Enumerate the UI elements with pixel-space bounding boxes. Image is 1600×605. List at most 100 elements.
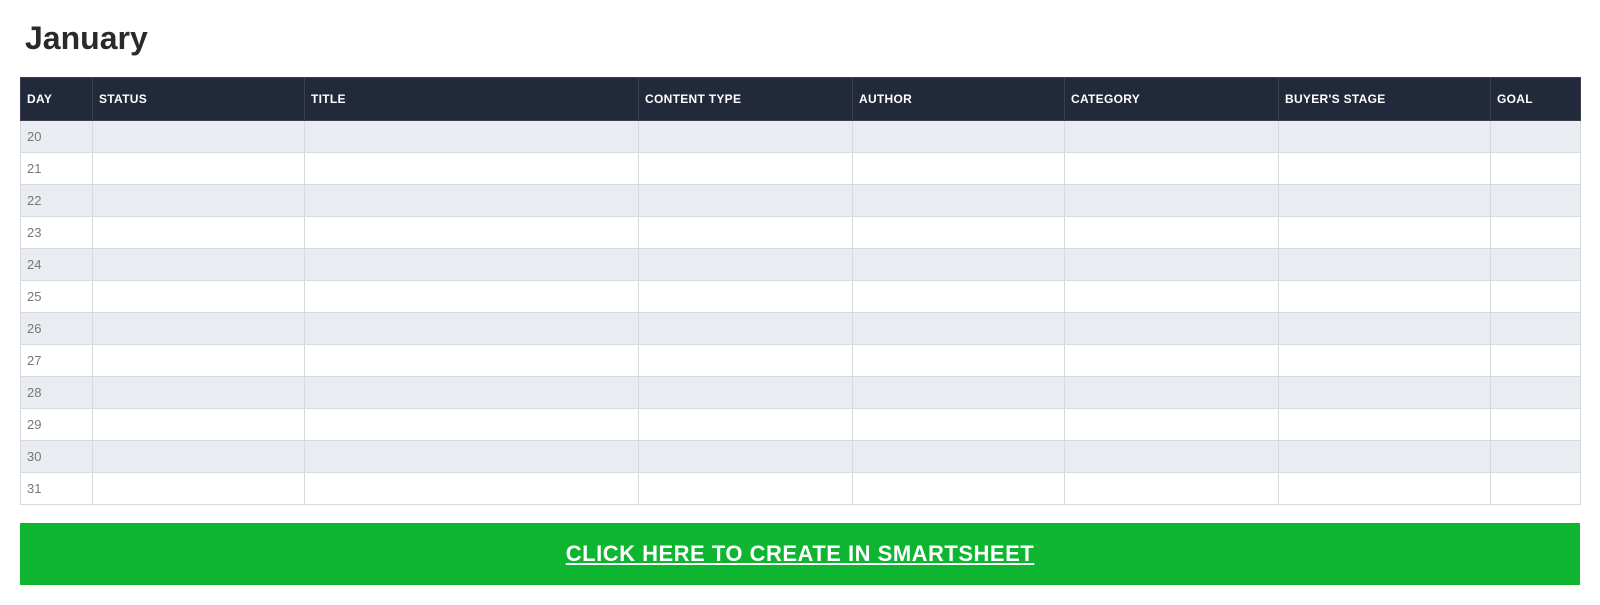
cell-status[interactable] (93, 377, 305, 409)
table-row[interactable]: 22 (21, 185, 1581, 217)
cell-goal[interactable] (1491, 313, 1581, 345)
cell-title[interactable] (305, 217, 639, 249)
cell-day[interactable]: 21 (21, 153, 93, 185)
cell-buyers_stage[interactable] (1279, 185, 1491, 217)
cell-author[interactable] (853, 185, 1065, 217)
cell-goal[interactable] (1491, 473, 1581, 505)
cell-buyers_stage[interactable] (1279, 153, 1491, 185)
cell-day[interactable]: 24 (21, 249, 93, 281)
cell-goal[interactable] (1491, 121, 1581, 153)
cell-status[interactable] (93, 313, 305, 345)
cell-content_type[interactable] (639, 153, 853, 185)
cell-content_type[interactable] (639, 313, 853, 345)
cell-author[interactable] (853, 249, 1065, 281)
table-row[interactable]: 31 (21, 473, 1581, 505)
cell-category[interactable] (1065, 153, 1279, 185)
cell-status[interactable] (93, 441, 305, 473)
table-row[interactable]: 21 (21, 153, 1581, 185)
table-row[interactable]: 27 (21, 345, 1581, 377)
cell-category[interactable] (1065, 345, 1279, 377)
cell-buyers_stage[interactable] (1279, 377, 1491, 409)
cell-goal[interactable] (1491, 345, 1581, 377)
cell-category[interactable] (1065, 409, 1279, 441)
cell-title[interactable] (305, 249, 639, 281)
cell-content_type[interactable] (639, 281, 853, 313)
cell-title[interactable] (305, 313, 639, 345)
cell-status[interactable] (93, 249, 305, 281)
cell-category[interactable] (1065, 281, 1279, 313)
cell-title[interactable] (305, 377, 639, 409)
cell-content_type[interactable] (639, 249, 853, 281)
cell-status[interactable] (93, 345, 305, 377)
cell-content_type[interactable] (639, 441, 853, 473)
create-in-smartsheet-button[interactable]: CLICK HERE TO CREATE IN SMARTSHEET (20, 523, 1580, 585)
cell-category[interactable] (1065, 473, 1279, 505)
cell-content_type[interactable] (639, 185, 853, 217)
cell-title[interactable] (305, 345, 639, 377)
cell-author[interactable] (853, 473, 1065, 505)
cell-author[interactable] (853, 217, 1065, 249)
cell-goal[interactable] (1491, 249, 1581, 281)
table-row[interactable]: 25 (21, 281, 1581, 313)
cell-title[interactable] (305, 281, 639, 313)
cell-author[interactable] (853, 441, 1065, 473)
cell-category[interactable] (1065, 217, 1279, 249)
cell-day[interactable]: 23 (21, 217, 93, 249)
cell-goal[interactable] (1491, 409, 1581, 441)
cell-title[interactable] (305, 441, 639, 473)
cell-buyers_stage[interactable] (1279, 409, 1491, 441)
cell-title[interactable] (305, 409, 639, 441)
cell-buyers_stage[interactable] (1279, 473, 1491, 505)
cell-author[interactable] (853, 345, 1065, 377)
table-row[interactable]: 26 (21, 313, 1581, 345)
cell-author[interactable] (853, 281, 1065, 313)
cell-day[interactable]: 29 (21, 409, 93, 441)
cell-goal[interactable] (1491, 185, 1581, 217)
cell-goal[interactable] (1491, 217, 1581, 249)
cell-buyers_stage[interactable] (1279, 345, 1491, 377)
cell-day[interactable]: 31 (21, 473, 93, 505)
cell-status[interactable] (93, 185, 305, 217)
cell-status[interactable] (93, 281, 305, 313)
cell-title[interactable] (305, 121, 639, 153)
cell-buyers_stage[interactable] (1279, 121, 1491, 153)
cell-buyers_stage[interactable] (1279, 281, 1491, 313)
cell-status[interactable] (93, 153, 305, 185)
cell-goal[interactable] (1491, 441, 1581, 473)
cell-goal[interactable] (1491, 153, 1581, 185)
table-row[interactable]: 20 (21, 121, 1581, 153)
cell-author[interactable] (853, 313, 1065, 345)
cell-day[interactable]: 20 (21, 121, 93, 153)
cell-category[interactable] (1065, 441, 1279, 473)
cell-day[interactable]: 25 (21, 281, 93, 313)
cell-status[interactable] (93, 217, 305, 249)
cell-buyers_stage[interactable] (1279, 217, 1491, 249)
cell-author[interactable] (853, 377, 1065, 409)
cell-category[interactable] (1065, 249, 1279, 281)
cell-title[interactable] (305, 153, 639, 185)
cell-goal[interactable] (1491, 377, 1581, 409)
cell-buyers_stage[interactable] (1279, 249, 1491, 281)
cell-content_type[interactable] (639, 409, 853, 441)
cell-title[interactable] (305, 185, 639, 217)
cell-day[interactable]: 30 (21, 441, 93, 473)
cell-day[interactable]: 22 (21, 185, 93, 217)
cell-content_type[interactable] (639, 345, 853, 377)
cell-buyers_stage[interactable] (1279, 313, 1491, 345)
table-row[interactable]: 28 (21, 377, 1581, 409)
cell-day[interactable]: 26 (21, 313, 93, 345)
table-row[interactable]: 23 (21, 217, 1581, 249)
cell-content_type[interactable] (639, 217, 853, 249)
cell-day[interactable]: 28 (21, 377, 93, 409)
cell-title[interactable] (305, 473, 639, 505)
table-row[interactable]: 30 (21, 441, 1581, 473)
cell-content_type[interactable] (639, 473, 853, 505)
cell-content_type[interactable] (639, 377, 853, 409)
cell-status[interactable] (93, 473, 305, 505)
cell-author[interactable] (853, 121, 1065, 153)
cell-status[interactable] (93, 121, 305, 153)
cell-status[interactable] (93, 409, 305, 441)
cell-author[interactable] (853, 153, 1065, 185)
cell-category[interactable] (1065, 377, 1279, 409)
cell-category[interactable] (1065, 185, 1279, 217)
